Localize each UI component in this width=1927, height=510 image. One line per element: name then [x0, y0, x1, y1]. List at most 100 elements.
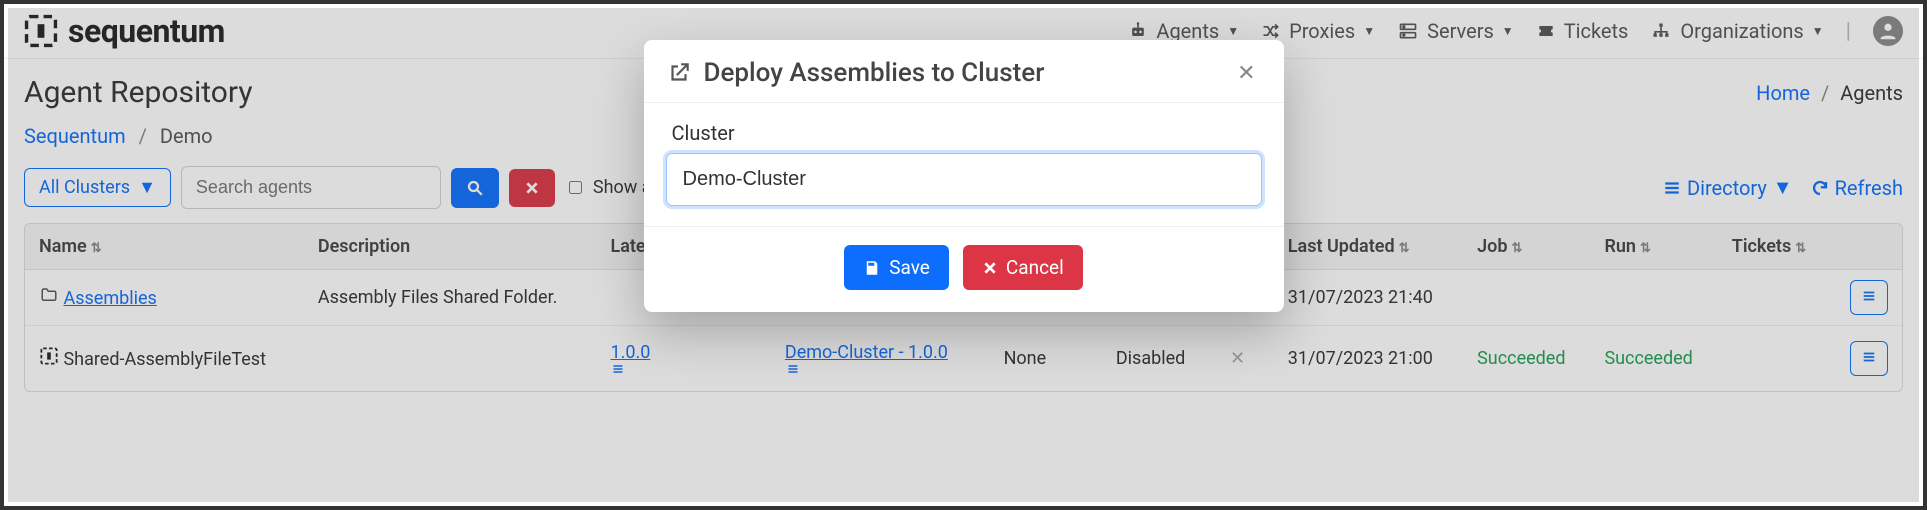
- page-title: Agent Repository: [24, 75, 253, 110]
- org-icon: [1650, 21, 1672, 41]
- clusters-dropdown[interactable]: All Clusters ▼: [24, 168, 171, 207]
- row-last-updated: 31/07/2023 21:40: [1274, 270, 1463, 326]
- col-label: Name: [39, 236, 87, 257]
- cancel-label: Cancel: [1006, 256, 1064, 279]
- col-last-updated[interactable]: Last Updated ⇅: [1274, 224, 1463, 270]
- sort-icon: ⇅: [91, 241, 102, 256]
- breadcrumb-root[interactable]: Sequentum: [24, 124, 126, 148]
- nav-label: Servers: [1427, 19, 1494, 43]
- caret-icon: ▼: [1363, 24, 1375, 38]
- table-row: Shared-AssemblyFileTest 1.0.0 Demo-Clust…: [25, 326, 1902, 392]
- caret-icon: ▼: [1502, 24, 1514, 38]
- col-label: Run: [1604, 236, 1636, 257]
- col-label: Job: [1477, 236, 1507, 257]
- folder-icon: [39, 286, 59, 304]
- brand-icon: [24, 14, 58, 48]
- share-icon: [666, 60, 692, 86]
- directory-dropdown[interactable]: Directory ▼: [1663, 175, 1793, 200]
- version-menu-button[interactable]: [610, 363, 756, 375]
- caret-icon: ▼: [1773, 175, 1793, 200]
- brand[interactable]: sequentum: [24, 12, 225, 50]
- breadcrumb-right: Home / Agents: [1756, 81, 1903, 105]
- save-button[interactable]: Save: [844, 245, 949, 290]
- row-description: [304, 326, 597, 392]
- bars-icon: [1861, 350, 1877, 364]
- row-cluster-link[interactable]: Demo-Cluster - 1.0.0: [785, 342, 948, 363]
- row-menu-button[interactable]: [1850, 280, 1888, 315]
- breadcrumb-sep: /: [1821, 81, 1829, 105]
- section-label: Agents: [1840, 81, 1903, 105]
- nav-separator: |: [1846, 19, 1851, 44]
- col-description[interactable]: Description: [304, 224, 597, 270]
- clusters-label: All Clusters: [39, 177, 130, 198]
- caret-icon: ▼: [1812, 24, 1824, 38]
- cancel-button[interactable]: Cancel: [963, 245, 1083, 290]
- show-all-checkbox[interactable]: [569, 181, 582, 194]
- caret-icon: ▼: [1227, 24, 1239, 38]
- col-label: Description: [318, 236, 410, 257]
- cluster-menu-button[interactable]: [785, 363, 976, 375]
- row-last-updated: 31/07/2023 21:00: [1274, 326, 1463, 392]
- refresh-label: Refresh: [1835, 176, 1903, 200]
- cluster-label: Cluster: [672, 121, 1262, 145]
- row-schedule: None: [990, 326, 1102, 392]
- server-icon: [1397, 21, 1419, 41]
- col-label: Tickets: [1732, 236, 1791, 257]
- ticket-icon: [1536, 21, 1556, 41]
- agent-icon: [39, 347, 59, 365]
- sort-icon: ⇅: [1399, 241, 1410, 256]
- nav-label: Organizations: [1680, 19, 1803, 43]
- search-box: [181, 166, 441, 209]
- modal-header: Deploy Assemblies to Cluster ✕: [644, 40, 1284, 103]
- nav-tickets[interactable]: Tickets: [1536, 19, 1629, 43]
- modal-footer: Save Cancel: [644, 226, 1284, 312]
- row-name-link[interactable]: Assemblies: [63, 288, 156, 309]
- search-icon: [466, 179, 484, 197]
- sort-icon: ⇅: [1795, 241, 1806, 256]
- row-run: Succeeded: [1590, 326, 1717, 392]
- nav-organizations[interactable]: Organizations ▼: [1650, 19, 1823, 43]
- breadcrumb-current: Demo: [160, 124, 213, 148]
- close-icon: [524, 180, 540, 196]
- close-icon: [982, 260, 998, 276]
- breadcrumb-sep: /: [139, 124, 147, 148]
- cluster-input[interactable]: [666, 153, 1262, 206]
- row-menu-button[interactable]: [1850, 341, 1888, 376]
- shuffle-icon: [1261, 21, 1281, 41]
- col-actions: [1830, 224, 1902, 270]
- row-version-link[interactable]: 1.0.0: [610, 342, 650, 363]
- bars-icon: [1663, 179, 1681, 197]
- col-job[interactable]: Job ⇅: [1463, 224, 1590, 270]
- nav-servers[interactable]: Servers ▼: [1397, 19, 1514, 43]
- user-avatar[interactable]: [1873, 16, 1903, 46]
- caret-icon: ▼: [138, 177, 156, 198]
- refresh-button[interactable]: Refresh: [1811, 176, 1903, 200]
- deploy-modal: Deploy Assemblies to Cluster ✕ Cluster S…: [644, 40, 1284, 312]
- directory-label: Directory: [1687, 176, 1767, 200]
- brand-name: sequentum: [68, 12, 225, 50]
- col-run[interactable]: Run ⇅: [1590, 224, 1717, 270]
- col-tickets[interactable]: Tickets ⇅: [1718, 224, 1830, 270]
- save-label: Save: [889, 256, 930, 279]
- row-job: Succeeded: [1463, 326, 1590, 392]
- robot-icon: [1128, 21, 1148, 41]
- bars-icon: [1861, 289, 1877, 303]
- search-input[interactable]: [181, 166, 441, 209]
- home-link[interactable]: Home: [1756, 81, 1810, 105]
- modal-close-button[interactable]: ✕: [1231, 59, 1261, 87]
- nav-label: Tickets: [1564, 19, 1629, 43]
- col-label: Last Updated: [1288, 236, 1395, 257]
- col-name[interactable]: Name ⇅: [25, 224, 304, 270]
- save-icon: [863, 259, 881, 277]
- search-button[interactable]: [451, 168, 499, 208]
- row-name: Shared-AssemblyFileTest: [63, 349, 266, 370]
- modal-title-text: Deploy Assemblies to Cluster: [704, 58, 1045, 88]
- sort-icon: ⇅: [1640, 241, 1651, 256]
- sort-icon: ⇅: [1511, 241, 1522, 256]
- row-description: Assembly Files Shared Folder.: [304, 270, 597, 326]
- rate-limit-clear-icon[interactable]: ✕: [1230, 348, 1245, 369]
- clear-button[interactable]: [509, 169, 555, 207]
- row-rate-limit: Disabled: [1116, 348, 1185, 369]
- nav-label: Proxies: [1289, 19, 1355, 43]
- refresh-icon: [1811, 179, 1829, 197]
